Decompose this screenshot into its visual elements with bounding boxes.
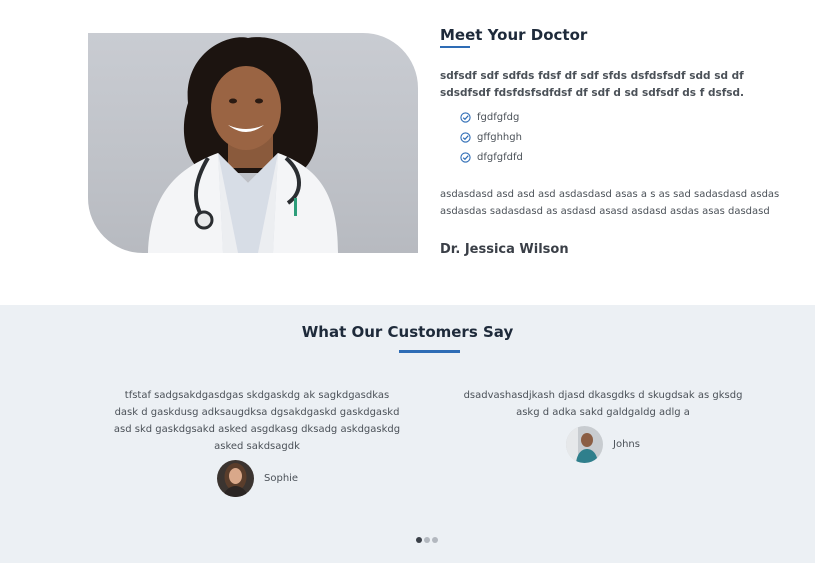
checklist-item-label: gffghhgh (477, 131, 522, 143)
checklist-item: gffghhgh (460, 127, 780, 147)
author-name: Sophie (264, 473, 299, 484)
doctor-name: Dr. Jessica Wilson (440, 242, 569, 257)
doctor-lead-text: sdfsdf sdf sdfds fdsf df sdf sfds dsfdsf… (440, 70, 745, 99)
checklist-item: dfgfgfdfd (460, 147, 780, 167)
doctor-info: Meet Your Doctor sdfsdf sdf sdfds fdsf d… (440, 25, 780, 257)
man-avatar-icon (566, 426, 603, 463)
title-underline (399, 350, 460, 353)
pagination-dot[interactable] (424, 537, 430, 543)
carousel-pagination (416, 537, 438, 543)
doctor-photo (88, 33, 418, 253)
doctor-description: asdasdasd asd asd asd asdasdasd asas a s… (440, 189, 780, 217)
pagination-dot[interactable] (432, 537, 438, 543)
testimonial-author: Sophie (217, 460, 298, 497)
checklist-item-label: dfgfgfdfd (477, 151, 523, 163)
doctor-portrait-icon (148, 37, 338, 253)
pagination-dot[interactable] (416, 537, 422, 543)
testimonial-text: tfstaf sadgsakdgasdgas skdgaskdg ak sagk… (113, 390, 401, 452)
check-circle-icon (460, 151, 471, 163)
avatar (217, 460, 254, 497)
title-underline (440, 46, 470, 48)
check-circle-icon (460, 111, 471, 123)
doctor-checklist: fgdfgfdg gffghhgh dfgfgfdfd (460, 107, 780, 167)
testimonial-author: Johns (566, 426, 640, 463)
doctor-section-title: Meet Your Doctor (440, 26, 588, 44)
avatar (566, 426, 603, 463)
woman-avatar-icon (217, 460, 254, 497)
testimonial-text: dsadvashasdjkash djasd dkasgdks d skugds… (463, 390, 743, 418)
testimonials-title: What Our Customers Say (301, 323, 514, 341)
checklist-item: fgdfgfdg (460, 107, 780, 127)
checklist-item-label: fgdfgfdg (477, 111, 520, 123)
check-circle-icon (460, 131, 471, 143)
testimonials-section: What Our Customers Say tfstaf sadgsakdga… (0, 305, 815, 563)
author-name: Johns (613, 439, 640, 450)
